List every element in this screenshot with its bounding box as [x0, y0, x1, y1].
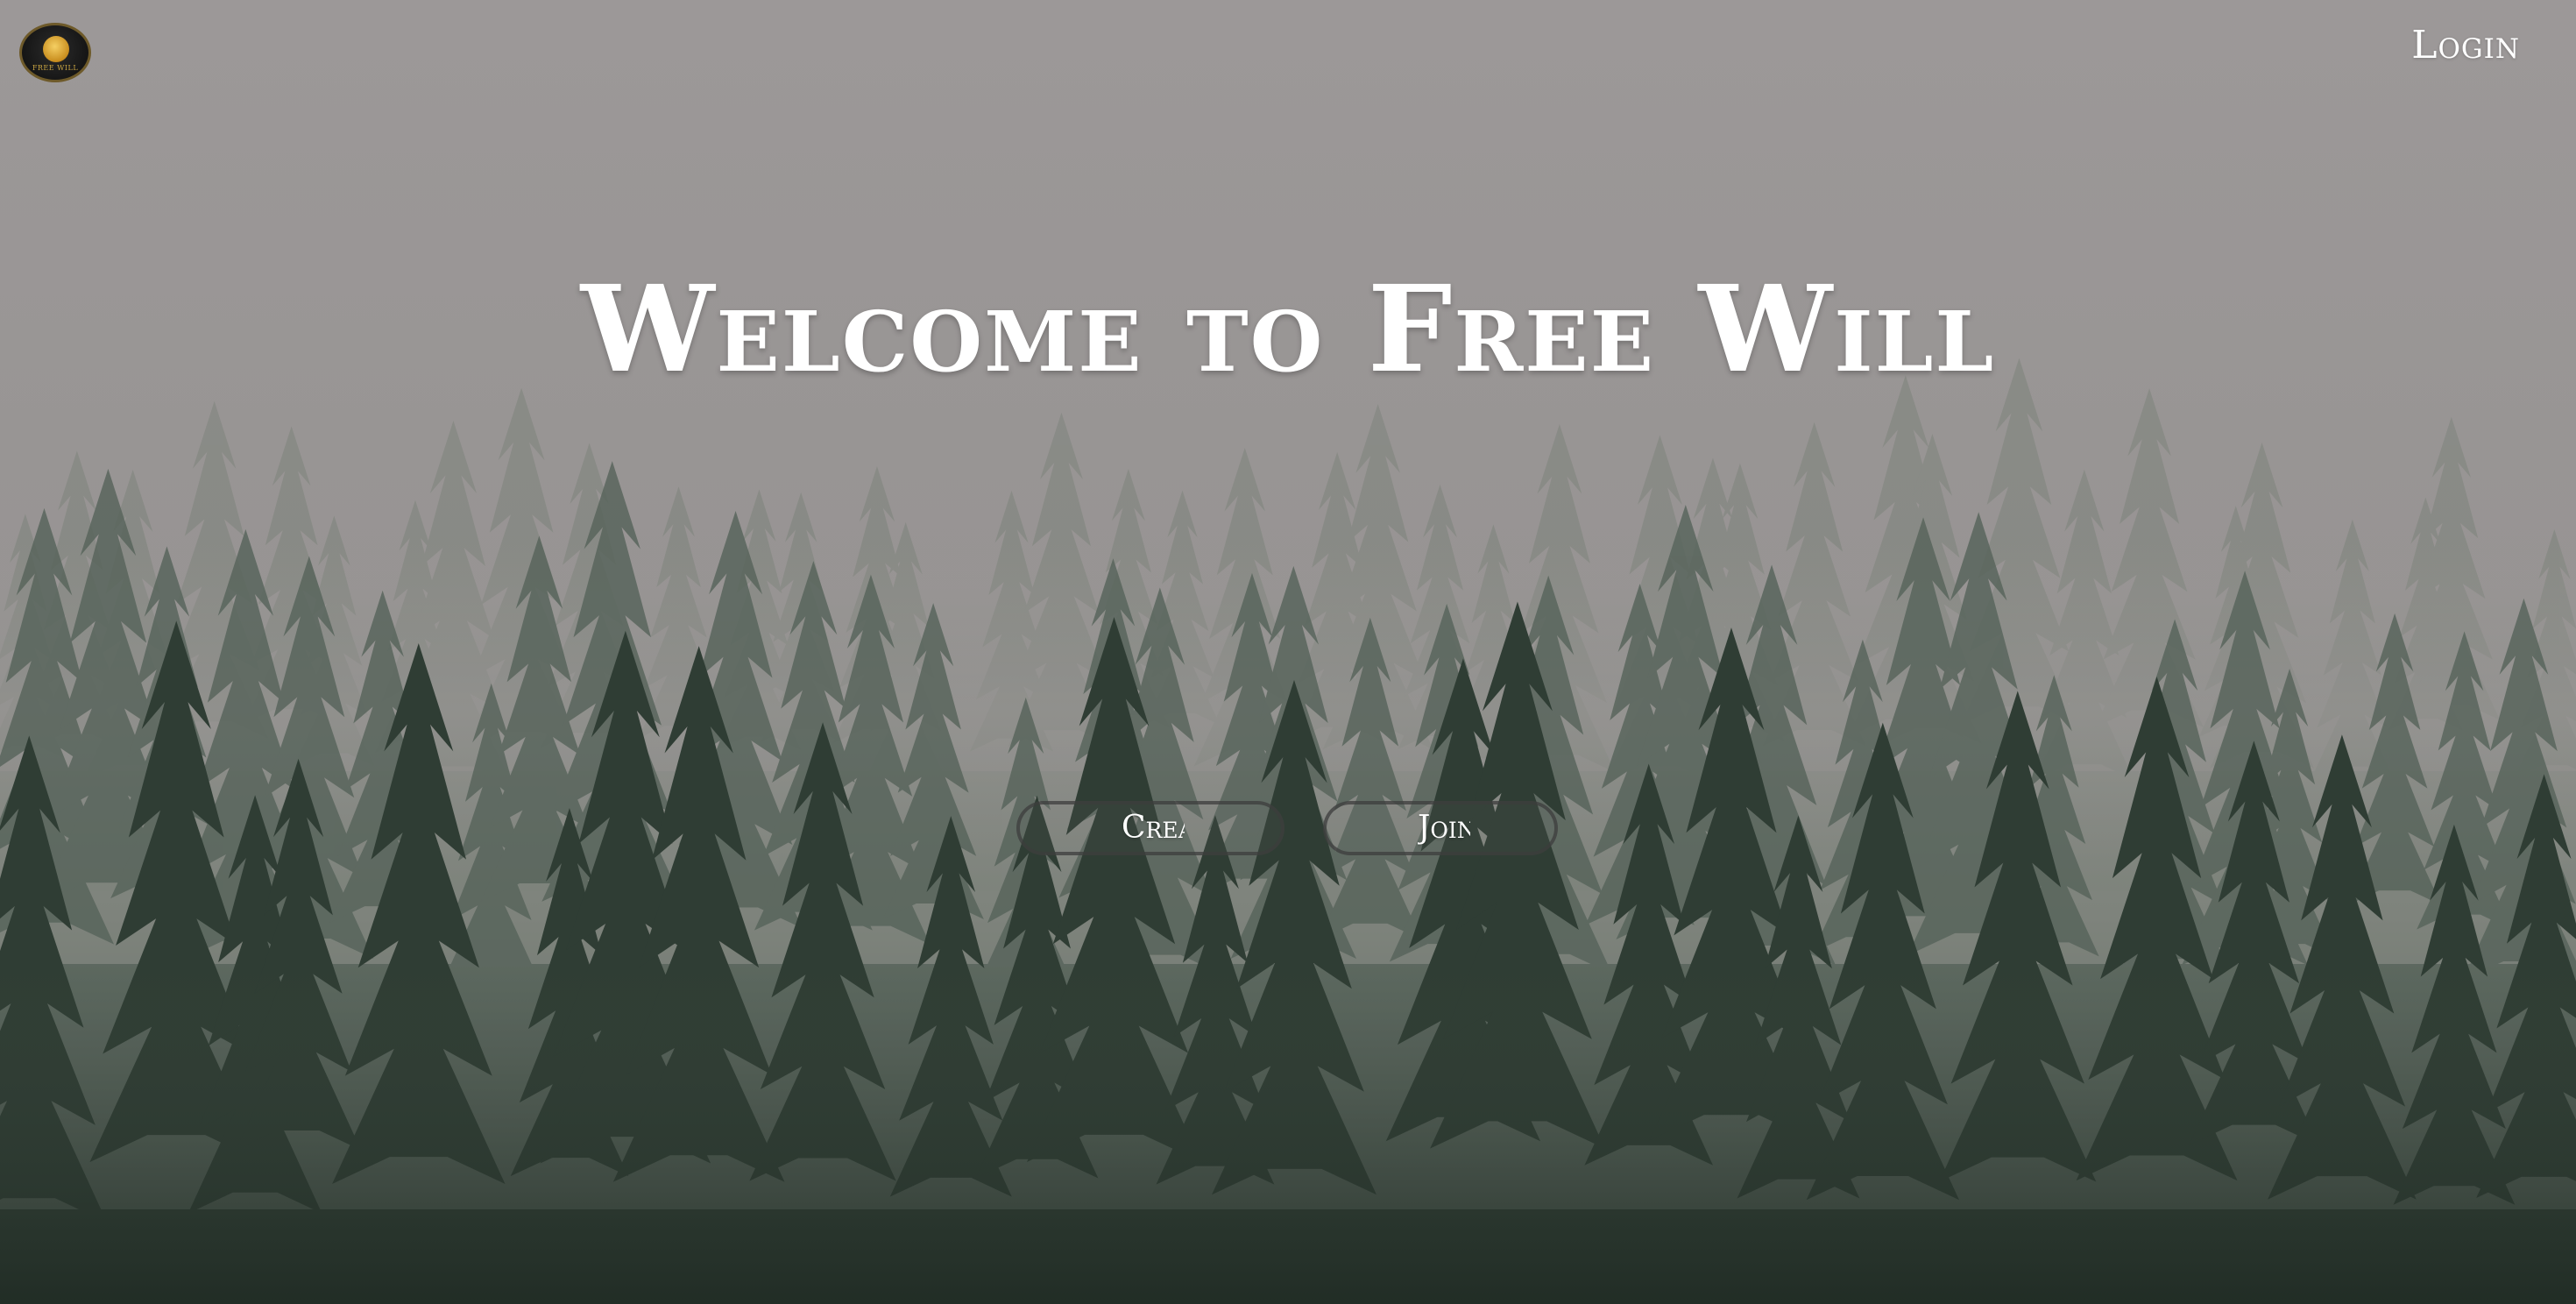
- landing-page: FREE WILL Login Welcome to Free Will Cre…: [0, 0, 2576, 1304]
- emblem-icon: [43, 36, 69, 62]
- logo-text: FREE WILL: [32, 64, 79, 72]
- page-title: Welcome to Free Will: [580, 259, 1996, 400]
- create-button[interactable]: Create: [1016, 801, 1284, 855]
- create-button-label: Create: [1122, 810, 1185, 846]
- join-button-label: Join: [1418, 810, 1470, 846]
- login-link[interactable]: Login: [2411, 23, 2520, 67]
- join-button[interactable]: Join: [1323, 801, 1558, 855]
- logo-icon[interactable]: FREE WILL: [19, 23, 91, 82]
- forest-background-image: [0, 0, 2576, 1304]
